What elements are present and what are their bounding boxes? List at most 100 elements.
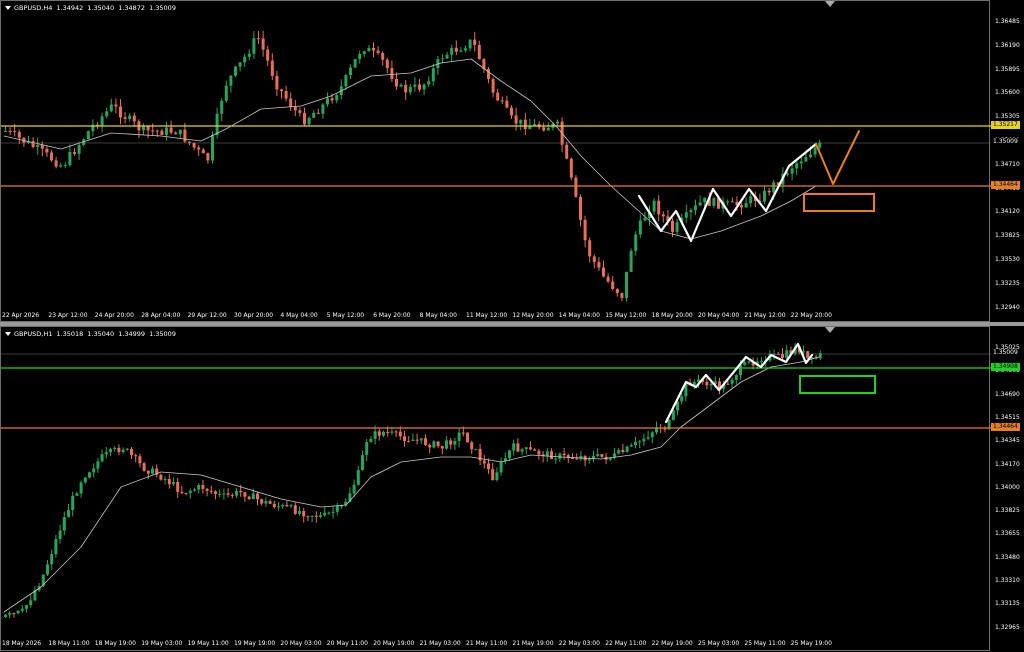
candle-body (352, 484, 356, 494)
candle-body (277, 506, 280, 508)
candle-body (130, 448, 133, 456)
candle-body (747, 361, 751, 363)
candle-body (403, 436, 406, 441)
h4-close: 1.35009 (149, 4, 176, 12)
candle-body (67, 510, 70, 518)
candle-body (703, 197, 707, 203)
candle-body (453, 440, 457, 445)
time-tick-label: 25 May 03:00 (698, 640, 740, 647)
candle-body (781, 353, 784, 358)
candle-body (477, 44, 481, 60)
candle-body (151, 468, 154, 474)
candle-body (491, 79, 495, 93)
candle-body (119, 106, 122, 118)
candle-body (671, 220, 674, 232)
time-tick-label: 22 May 11:00 (605, 640, 647, 647)
candle-body (464, 48, 467, 51)
candle-body (114, 104, 118, 107)
time-tick-label: 23 Apr 12:00 (48, 312, 88, 319)
time-tick-label: 6 May 20:00 (373, 312, 411, 319)
candle-body (424, 438, 427, 445)
candle-body (104, 452, 108, 455)
candle-body (638, 220, 642, 235)
candle-body (523, 119, 527, 130)
dropdown-triangle-icon[interactable] (5, 6, 11, 10)
orange-level-flag: 1.34464 (991, 181, 1020, 189)
candle-body (142, 126, 145, 131)
candle-body (575, 458, 579, 460)
candle-body (495, 472, 499, 481)
time-tick-label: 19 May 03:00 (141, 640, 183, 647)
candle-body (600, 454, 604, 457)
candle-body (314, 515, 318, 517)
candle-body (786, 173, 789, 175)
price-tick-label: 1.34710 (995, 160, 1020, 168)
candle-body (621, 450, 625, 452)
candle-body (643, 218, 647, 221)
candle-body (284, 91, 288, 99)
candle-body (470, 442, 474, 450)
h1-low: 1.34999 (118, 330, 146, 338)
candle-body (167, 479, 171, 485)
candle-body (579, 196, 582, 220)
h1-chart-title: GBPUSD,H1 1.35018 1.35040 1.34999 1.35009 (5, 330, 180, 338)
time-tick-label: 14 May 04:00 (558, 312, 600, 319)
candle-body (705, 381, 709, 386)
h1-symbol: GBPUSD,H1 (14, 330, 53, 338)
chart-pane-h1[interactable]: GBPUSD,H1 1.35018 1.35040 1.34999 1.35009 1.… (0, 326, 1024, 651)
price-tick-label: 1.35600 (995, 89, 1020, 97)
candle-body (457, 432, 461, 441)
candle-body (625, 446, 629, 452)
candle-body (583, 219, 587, 241)
candle-body (744, 203, 748, 208)
candle-body (675, 222, 679, 232)
h1-price-axis[interactable]: 1.350251.348651.346901.345151.343451.341… (990, 326, 1024, 651)
dropdown-triangle-icon[interactable] (5, 332, 11, 336)
candle-body (79, 482, 83, 494)
candle-body (239, 490, 243, 493)
candle-body (373, 431, 377, 439)
candle-body (289, 98, 293, 107)
candle-body (205, 488, 209, 491)
candle-body (73, 151, 76, 154)
candle-body (550, 451, 553, 460)
chart-shift-marker-icon[interactable] (825, 1, 835, 7)
chart-pane-h4[interactable]: GBPUSD,H4 1.34942 1.35040 1.34872 1.35009 1.… (0, 0, 1024, 322)
candle-body (234, 66, 237, 76)
candle-body (743, 362, 747, 366)
candle-body (92, 468, 96, 473)
h4-price-axis[interactable]: 1.36485 1.36190 1.35895 1.35600 1.35305 1.350… (990, 0, 1024, 322)
candle-body (514, 115, 518, 124)
candle-body (266, 49, 270, 61)
candle-body (169, 127, 173, 133)
candle-body (178, 129, 182, 135)
chart-plot-area-h1[interactable]: GBPUSD,H1 1.35018 1.35040 1.34999 1.35009 (0, 326, 991, 652)
candle-body (280, 89, 283, 92)
candle-body (226, 493, 230, 495)
candle-body (257, 38, 260, 40)
time-tick-label: 20 May 03:00 (280, 640, 322, 647)
green-target-box (799, 375, 876, 394)
candle-body (54, 160, 58, 167)
chart-plot-area-h4[interactable]: GBPUSD,H4 1.34942 1.35040 1.34872 1.35009 (0, 0, 991, 323)
white-pattern-drawing (637, 142, 818, 243)
candle-body (545, 451, 549, 457)
candle-body (45, 148, 49, 153)
candle-body (289, 505, 293, 507)
price-tick-label: 1.34345 (995, 437, 1020, 445)
h1-open: 1.35018 (56, 330, 84, 338)
candle-body (617, 450, 621, 454)
time-tick-label: 5 May 12:00 (326, 312, 365, 319)
chart-shift-marker-icon[interactable] (825, 327, 835, 333)
h4-chart-canvas[interactable] (1, 1, 991, 323)
h1-chart-canvas[interactable] (1, 327, 991, 652)
candle-body (468, 39, 472, 49)
candle-body (358, 54, 362, 60)
candle-body (68, 151, 72, 165)
candle-body (327, 512, 331, 514)
candle-body (206, 153, 210, 161)
candle-body (361, 455, 364, 471)
candle-body (25, 605, 28, 609)
candle-body (155, 130, 159, 132)
candle-body (71, 495, 75, 511)
